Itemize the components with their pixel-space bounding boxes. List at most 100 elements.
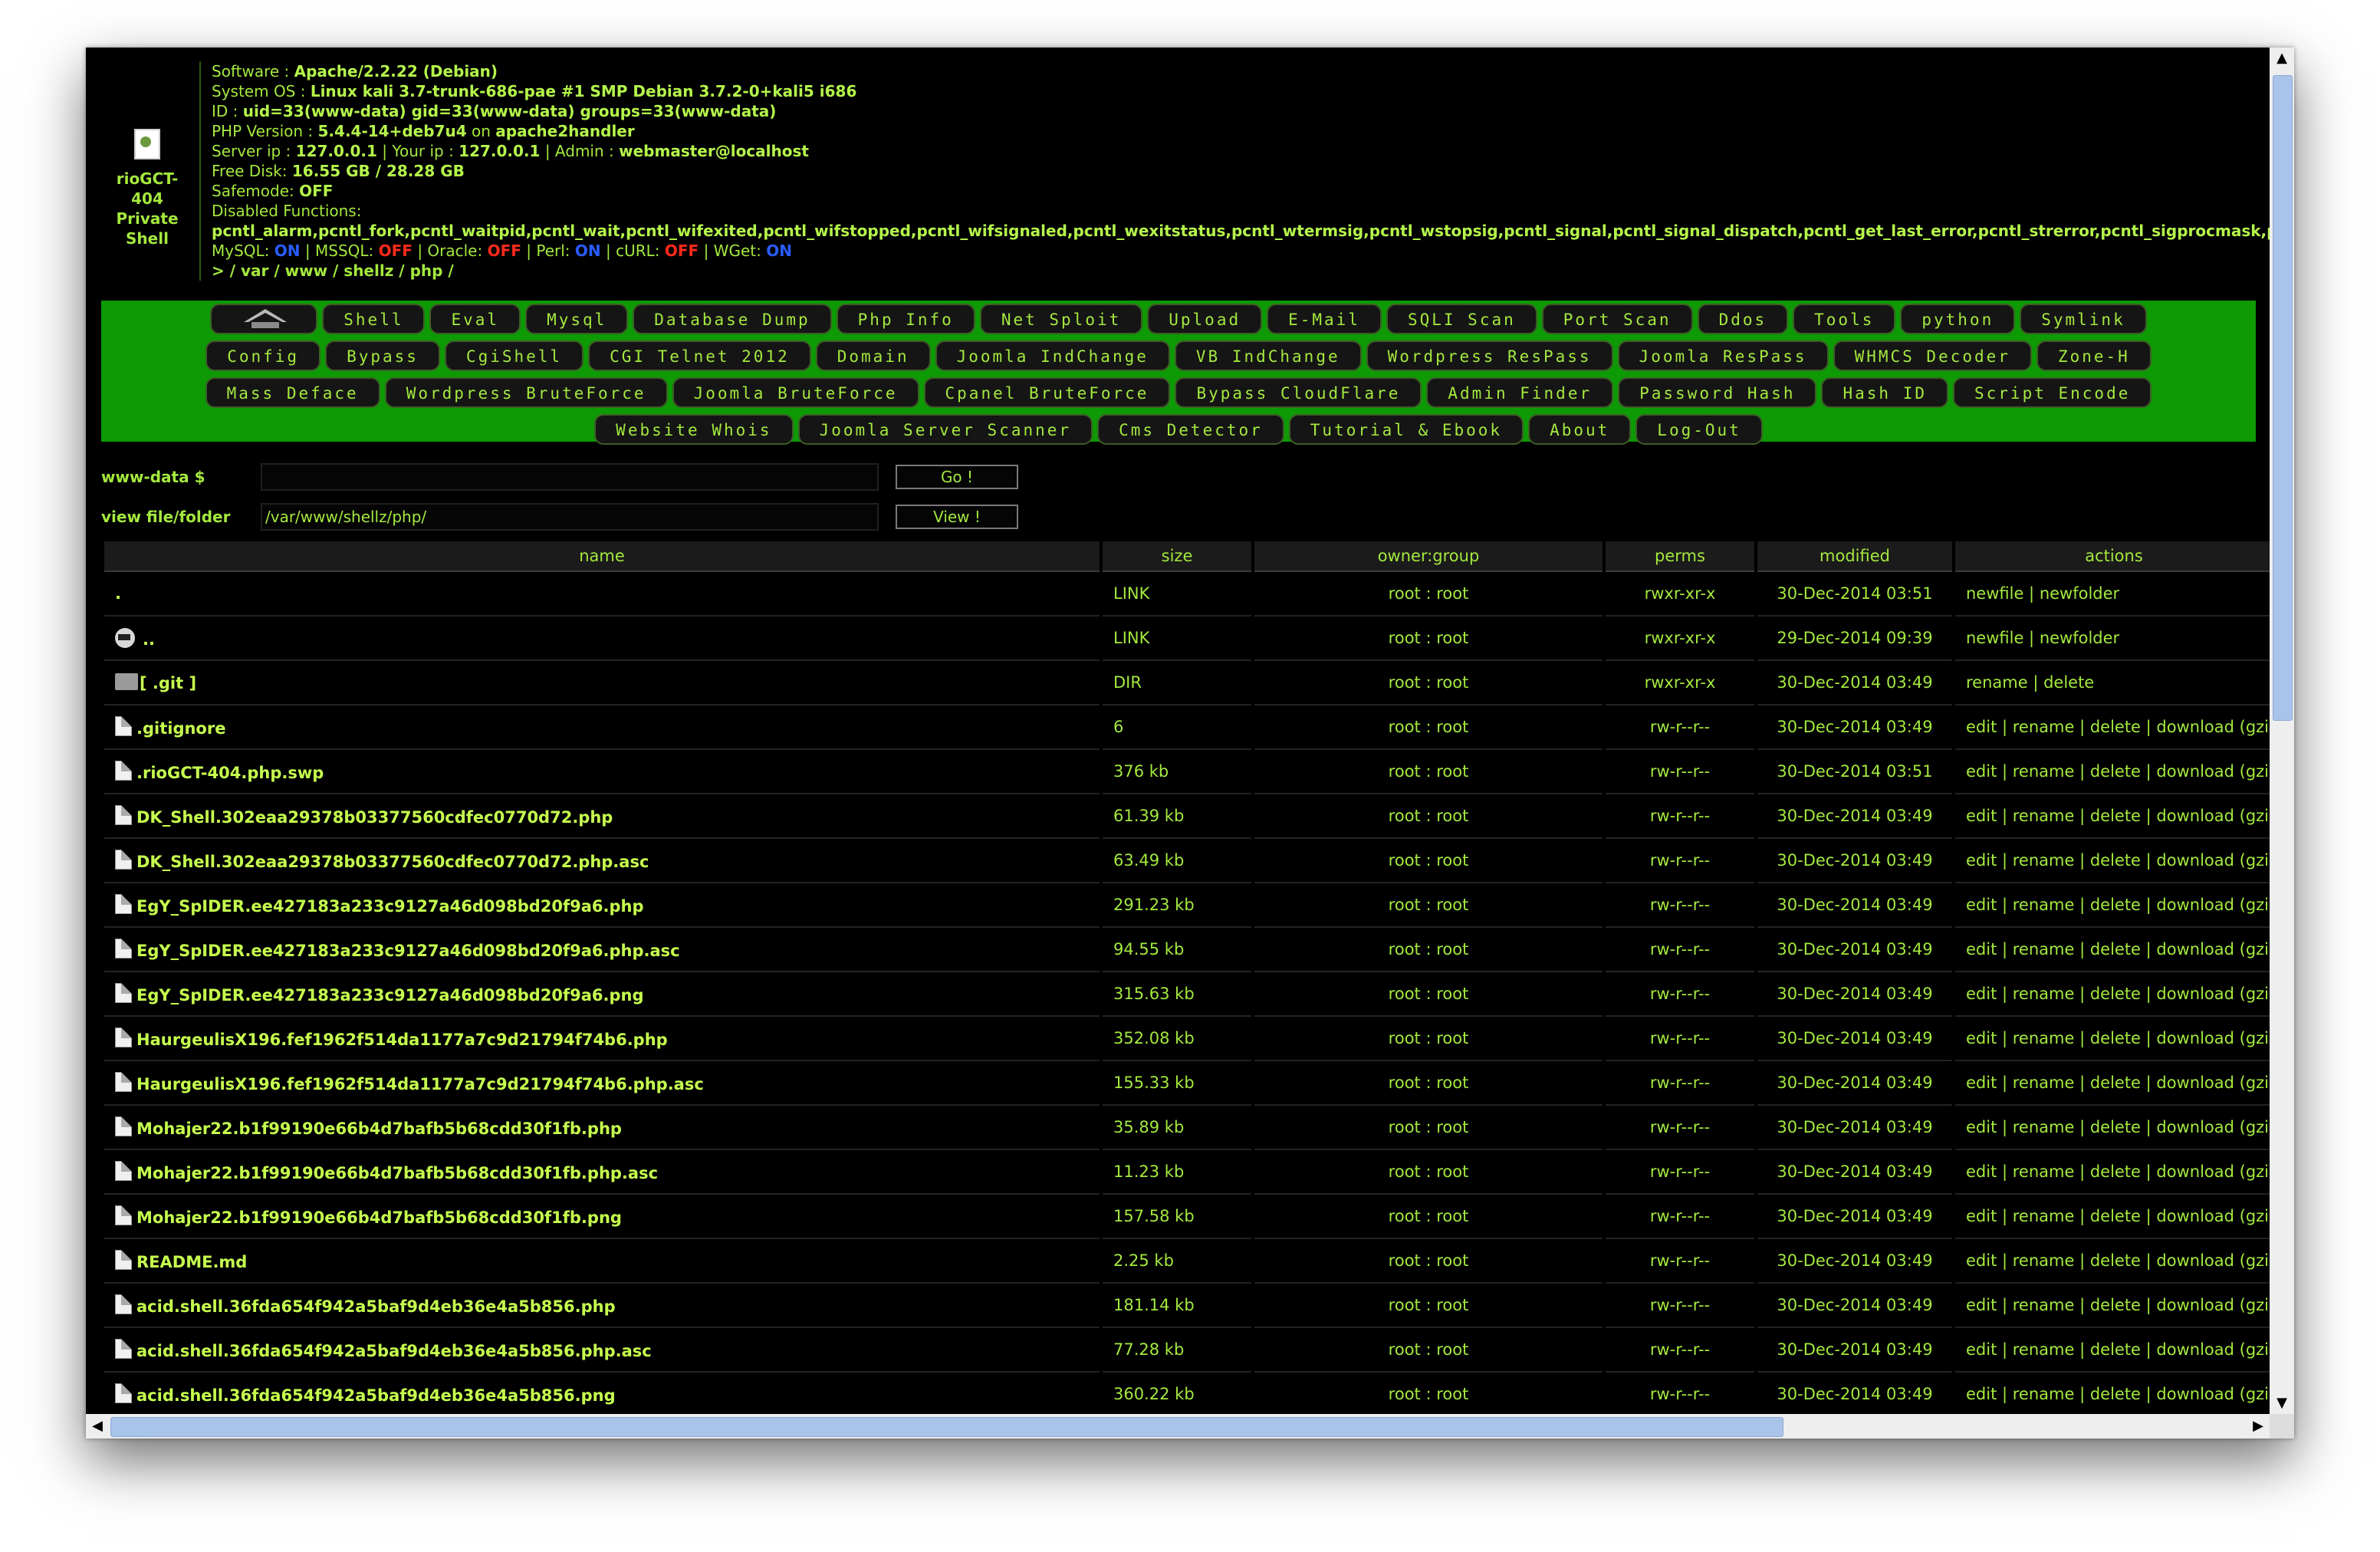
menu-ddos-button[interactable]: Ddos	[1697, 304, 1789, 334]
file-actions[interactable]: edit | rename | delete | download (gzip)	[1955, 1150, 2270, 1195]
command-input[interactable]	[261, 463, 879, 491]
menu-cgishell-button[interactable]: CgiShell	[444, 340, 584, 371]
vertical-scroll-thumb[interactable]	[2273, 75, 2293, 721]
file-perms[interactable]: rw-r--r--	[1606, 1328, 1754, 1373]
menu-joomla-respass-button[interactable]: Joomla ResPass	[1617, 340, 1829, 371]
file-actions[interactable]: edit | rename | delete | download (gzip)	[1955, 1017, 2270, 1061]
menu-whmcs-decoder-button[interactable]: WHMCS Decoder	[1833, 340, 2032, 371]
menu-cpanel-bruteforce-button[interactable]: Cpanel BruteForce	[923, 377, 1171, 408]
file-perms[interactable]: rwxr-xr-x	[1606, 572, 1754, 617]
menu-symlink-button[interactable]: Symlink	[2020, 304, 2147, 334]
menu-cms-detector-button[interactable]: Cms Detector	[1097, 414, 1284, 445]
file-link[interactable]: EgY_SpIDER.ee427183a233c9127a46d098bd20f…	[136, 897, 644, 916]
file-link[interactable]: DK_Shell.302eaa29378b03377560cdfec0770d7…	[136, 808, 613, 827]
file-perms[interactable]: rw-r--r--	[1606, 1373, 1754, 1414]
file-link[interactable]: acid.shell.36fda654f942a5baf9d4eb36e4a5b…	[136, 1386, 616, 1405]
menu-script-encode-button[interactable]: Script Encode	[1953, 377, 2152, 408]
file-perms[interactable]: rw-r--r--	[1606, 1017, 1754, 1061]
menu-bypass-cloudflare-button[interactable]: Bypass CloudFlare	[1175, 377, 1422, 408]
menu-mass-deface-button[interactable]: Mass Deface	[205, 377, 380, 408]
menu-e-mail-button[interactable]: E-Mail	[1267, 304, 1382, 334]
file-actions[interactable]: newfile | newfolder	[1955, 572, 2270, 617]
file-perms[interactable]: rw-r--r--	[1606, 883, 1754, 928]
current-path[interactable]: > / var / www / shellz / php /	[212, 261, 2270, 281]
file-actions[interactable]: edit | rename | delete | download (gzip)	[1955, 794, 2270, 839]
file-link[interactable]: Mohajer22.b1f99190e66b4d7bafb5b68cdd30f1…	[136, 1120, 622, 1138]
col-perms[interactable]: perms	[1606, 541, 1754, 572]
scroll-left-icon[interactable]: ◀	[86, 1416, 109, 1437]
vertical-scrollbar[interactable]: ▲ ▼	[2270, 48, 2294, 1414]
scroll-down-icon[interactable]: ▼	[2270, 1393, 2294, 1414]
menu-eval-button[interactable]: Eval	[429, 304, 521, 334]
file-perms[interactable]: rw-r--r--	[1606, 1195, 1754, 1239]
file-perms[interactable]: rw-r--r--	[1606, 928, 1754, 972]
file-actions[interactable]: edit | rename | delete | download (gzip)	[1955, 750, 2270, 794]
col-owner[interactable]: owner:group	[1254, 541, 1603, 572]
col-size[interactable]: size	[1103, 541, 1251, 572]
file-actions[interactable]: edit | rename | delete | download (gzip)	[1955, 1195, 2270, 1239]
file-perms[interactable]: rw-r--r--	[1606, 794, 1754, 839]
file-link[interactable]: [ .git ]	[140, 674, 196, 692]
file-link[interactable]: .gitignore	[136, 719, 225, 738]
menu-tutorial-ebook-button[interactable]: Tutorial & Ebook	[1288, 414, 1524, 445]
file-actions[interactable]: edit | rename | delete | download (gzip)	[1955, 839, 2270, 883]
file-perms[interactable]: rw-r--r--	[1606, 1150, 1754, 1195]
file-actions[interactable]: edit | rename | delete | download (gzip)	[1955, 1328, 2270, 1373]
scroll-up-icon[interactable]: ▲	[2270, 48, 2294, 69]
menu-mysql-button[interactable]: Mysql	[525, 304, 629, 334]
menu-admin-finder-button[interactable]: Admin Finder	[1426, 377, 1614, 408]
menu-about-button[interactable]: About	[1528, 414, 1632, 445]
menu-tools-button[interactable]: Tools	[1793, 304, 1896, 334]
file-perms[interactable]: rwxr-xr-x	[1606, 661, 1754, 705]
horizontal-scrollbar[interactable]: ◀ ▶	[86, 1414, 2270, 1439]
scroll-right-icon[interactable]: ▶	[2247, 1416, 2270, 1437]
menu-joomla-indchange-button[interactable]: Joomla IndChange	[935, 340, 1170, 371]
file-perms[interactable]: rw-r--r--	[1606, 1106, 1754, 1150]
file-link[interactable]: acid.shell.36fda654f942a5baf9d4eb36e4a5b…	[136, 1342, 652, 1360]
menu-joomla-bruteforce-button[interactable]: Joomla BruteForce	[672, 377, 919, 408]
menu-website-whois-button[interactable]: Website Whois	[594, 414, 794, 445]
file-perms[interactable]: rw-r--r--	[1606, 972, 1754, 1017]
menu-joomla-server-scanner-button[interactable]: Joomla Server Scanner	[797, 414, 1093, 445]
menu-zone-h-button[interactable]: Zone-H	[2036, 340, 2152, 371]
file-link[interactable]: DK_Shell.302eaa29378b03377560cdfec0770d7…	[136, 853, 649, 871]
file-perms[interactable]: rw-r--r--	[1606, 1061, 1754, 1106]
file-perms[interactable]: rw-r--r--	[1606, 1284, 1754, 1328]
file-link[interactable]: EgY_SpIDER.ee427183a233c9127a46d098bd20f…	[136, 986, 644, 1005]
file-actions[interactable]: edit | rename | delete | download (gzip)	[1955, 705, 2270, 750]
file-link[interactable]: Mohajer22.b1f99190e66b4d7bafb5b68cdd30f1…	[136, 1208, 622, 1227]
menu-password-hash-button[interactable]: Password Hash	[1618, 377, 1817, 408]
menu-wordpress-bruteforce-button[interactable]: Wordpress BruteForce	[384, 377, 668, 408]
menu-net-sploit-button[interactable]: Net Sploit	[979, 304, 1143, 334]
home-button[interactable]	[210, 304, 318, 334]
file-link[interactable]: EgY_SpIDER.ee427183a233c9127a46d098bd20f…	[136, 942, 680, 960]
menu-wordpress-respass-button[interactable]: Wordpress ResPass	[1366, 340, 1613, 371]
horizontal-scroll-thumb[interactable]	[110, 1417, 1783, 1437]
file-perms[interactable]: rwxr-xr-x	[1606, 617, 1754, 661]
file-link[interactable]: Mohajer22.b1f99190e66b4d7bafb5b68cdd30f1…	[136, 1164, 658, 1182]
back-arrow-icon[interactable]	[115, 627, 135, 648]
menu-bypass-button[interactable]: Bypass	[325, 340, 440, 371]
file-actions[interactable]: newfile | newfolder	[1955, 617, 2270, 661]
file-link[interactable]: acid.shell.36fda654f942a5baf9d4eb36e4a5b…	[136, 1297, 616, 1316]
menu-php-info-button[interactable]: Php Info	[836, 304, 975, 334]
menu-sqli-scan-button[interactable]: SQLI Scan	[1386, 304, 1537, 334]
file-link[interactable]: HaurgeulisX196.fef1962f514da1177a7c9d217…	[136, 1031, 668, 1049]
file-link[interactable]: ..	[143, 630, 155, 649]
file-actions[interactable]: edit | rename | delete | download (gzip)	[1955, 883, 2270, 928]
menu-vb-indchange-button[interactable]: VB IndChange	[1174, 340, 1362, 371]
file-perms[interactable]: rw-r--r--	[1606, 1239, 1754, 1284]
menu-shell-button[interactable]: Shell	[322, 304, 426, 334]
file-link[interactable]: .rioGCT-404.php.swp	[136, 764, 324, 782]
menu-port-scan-button[interactable]: Port Scan	[1541, 304, 1693, 334]
file-actions[interactable]: rename | delete	[1955, 661, 2270, 705]
menu-domain-button[interactable]: Domain	[815, 340, 931, 371]
col-actions[interactable]: actions	[1955, 541, 2270, 572]
menu-cgi-telnet-2012-button[interactable]: CGI Telnet 2012	[588, 340, 811, 371]
file-perms[interactable]: rw-r--r--	[1606, 839, 1754, 883]
col-name[interactable]: name	[104, 541, 1100, 572]
menu-python-button[interactable]: python	[1900, 304, 2016, 334]
file-perms[interactable]: rw-r--r--	[1606, 750, 1754, 794]
file-actions[interactable]: edit | rename | delete | download (gzip)	[1955, 1061, 2270, 1106]
file-actions[interactable]: edit | rename | delete | download (gzip)	[1955, 928, 2270, 972]
